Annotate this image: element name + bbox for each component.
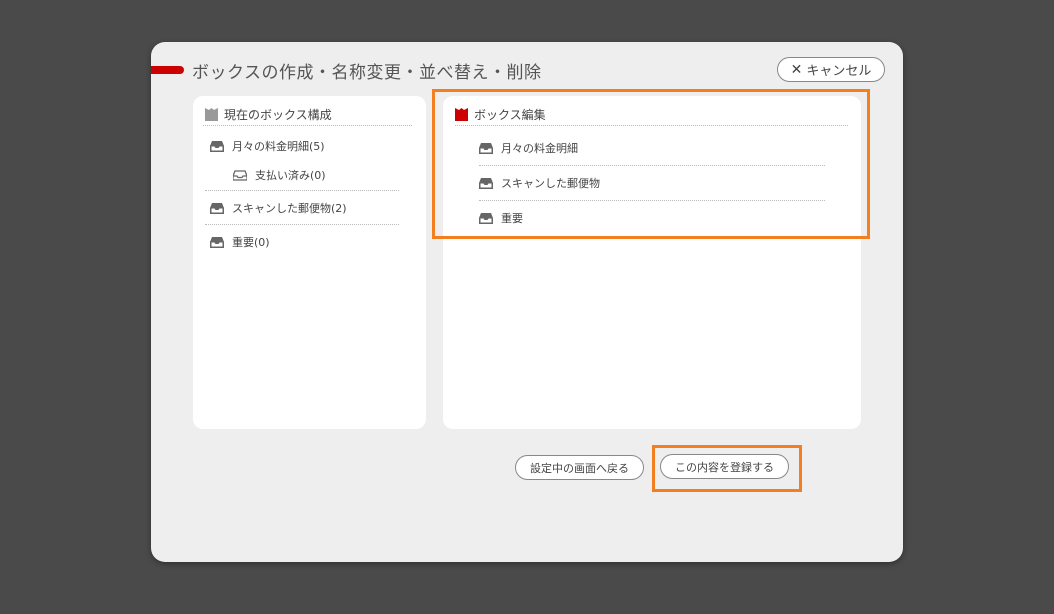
box-edit-highlight [432, 89, 870, 239]
cancel-button[interactable]: ✕ キャンセル [777, 57, 885, 82]
cancel-label: キャンセル [806, 64, 872, 79]
inbox-tray-icon [210, 140, 224, 152]
current-boxes-header: 現在のボックス構成 [205, 104, 332, 124]
inbox-tray-icon [210, 236, 224, 248]
box-item-label: スキャンした郵便物(2) [232, 202, 347, 215]
box-item-paid[interactable]: 支払い済み(0) [233, 167, 326, 183]
box-item-label: 支払い済み(0) [255, 169, 326, 182]
back-to-settings-button[interactable]: 設定中の画面へ戻る [515, 455, 644, 480]
title-accent-bar [151, 66, 184, 74]
divider [203, 125, 412, 126]
box-item-label: 月々の料金明細(5) [232, 140, 325, 153]
box-item-monthly[interactable]: 月々の料金明細(5) [210, 138, 325, 154]
box-item-label: 重要(0) [232, 236, 270, 249]
x-icon: ✕ [790, 61, 803, 78]
register-button[interactable]: この内容を登録する [660, 454, 789, 479]
inbox-tray-icon [210, 202, 224, 214]
box-icon [205, 107, 218, 121]
box-item-important[interactable]: 重要(0) [210, 234, 270, 250]
current-boxes-heading: 現在のボックス構成 [224, 107, 332, 122]
dialog-title: ボックスの作成・名称変更・並べ替え・削除 [192, 63, 542, 83]
inbox-tray-icon [233, 169, 247, 181]
divider [205, 190, 399, 191]
register-button-label: この内容を登録する [675, 460, 774, 474]
box-item-scanned[interactable]: スキャンした郵便物(2) [210, 200, 347, 216]
current-boxes-panel: 現在のボックス構成 月々の料金明細(5) 支払い済み(0) スキャンした郵便物(… [193, 96, 426, 429]
back-button-label: 設定中の画面へ戻る [530, 461, 629, 475]
divider [205, 224, 399, 225]
box-settings-dialog: ボックスの作成・名称変更・並べ替え・削除 ✕ キャンセル 現在のボックス構成 月… [151, 42, 903, 562]
